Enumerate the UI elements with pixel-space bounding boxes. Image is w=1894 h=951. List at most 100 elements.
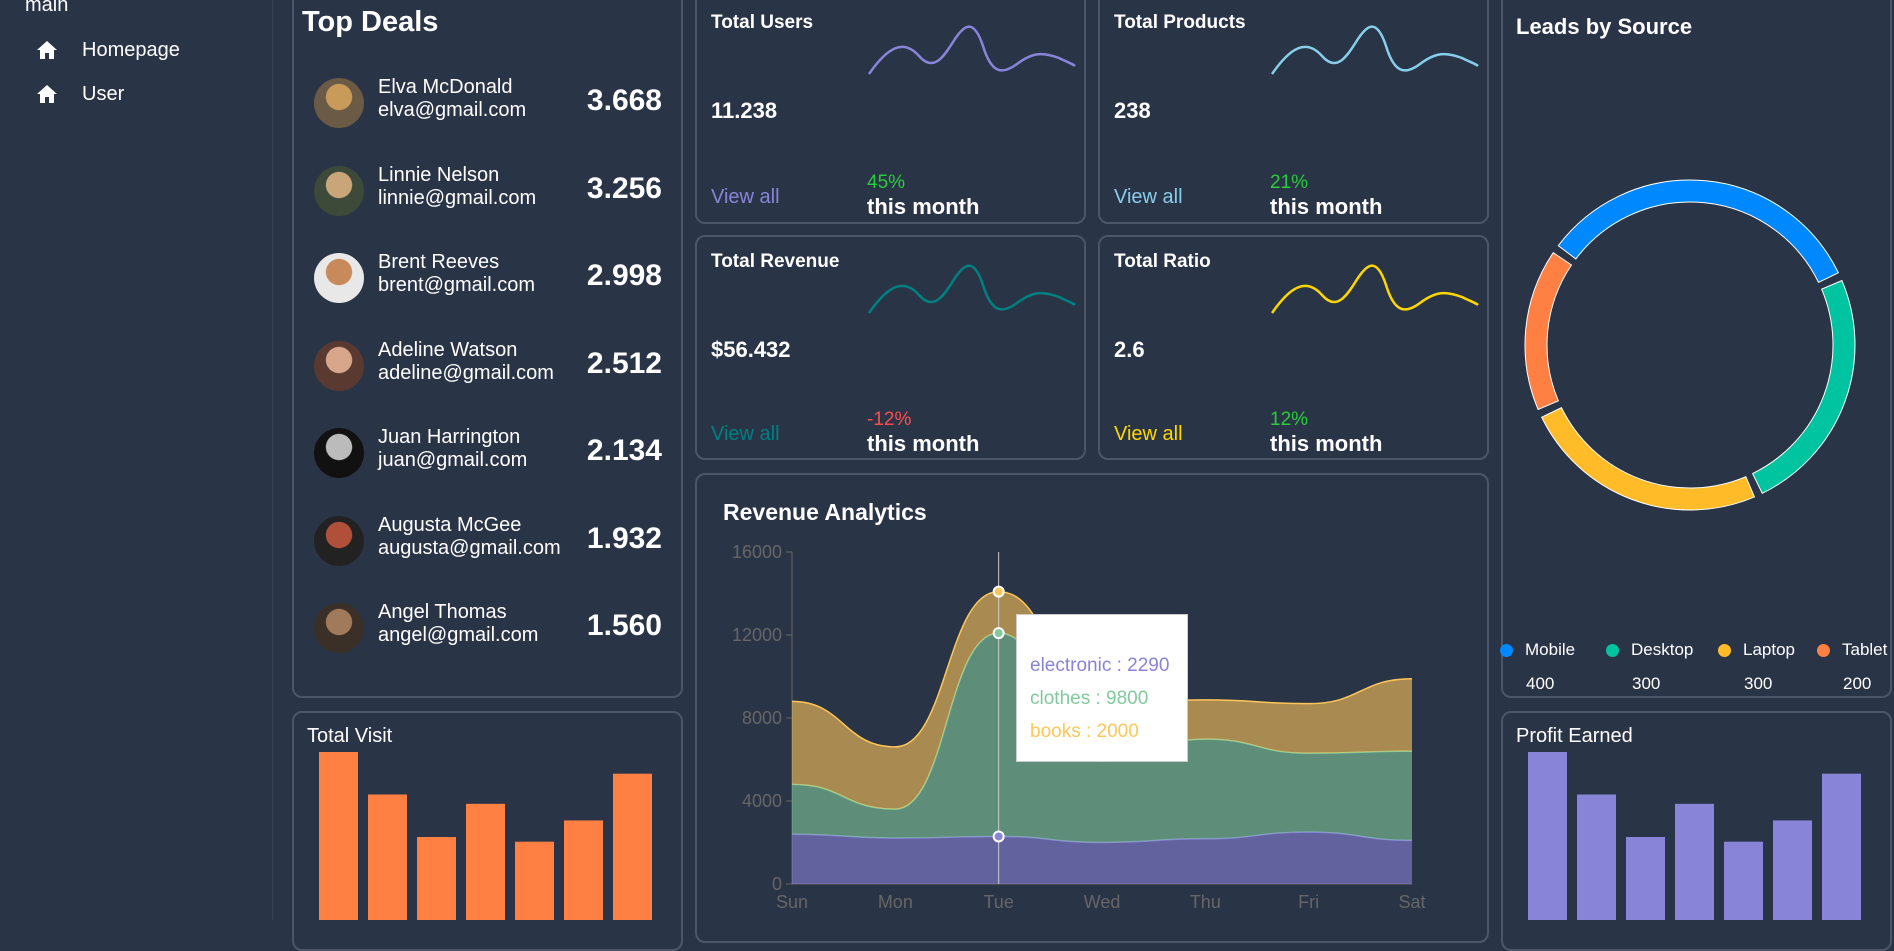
deal-amount: 3.256: [586, 171, 662, 205]
bar[interactable]: [1822, 773, 1861, 920]
bar[interactable]: [1577, 794, 1616, 921]
sparkline: [1270, 25, 1479, 75]
y-tick-label: 12000: [732, 625, 782, 645]
deal-name: Juan Harrington: [378, 426, 521, 448]
legend-dot: [1500, 643, 1513, 657]
bar[interactable]: [1626, 837, 1665, 920]
deal-email: brent@gmail.com: [378, 274, 536, 296]
stat-value: 238: [1114, 98, 1151, 123]
avatar: [314, 340, 364, 391]
stat-value: $56.432: [711, 337, 791, 362]
deal-name: Adeline Watson: [378, 338, 518, 361]
total-visit-title: Total Visit: [307, 725, 393, 747]
legend-value: 200: [1843, 674, 1872, 693]
deal-name: Augusta McGee: [378, 513, 522, 536]
deal-row[interactable]: Augusta McGee augusta@gmail.com 1.932: [312, 512, 672, 572]
stat-period: this month: [867, 431, 980, 456]
leads-title: Leads by Source: [1516, 14, 1693, 39]
x-tick-label: Wed: [1084, 892, 1121, 912]
deal-row[interactable]: Juan Harrington juan@gmail.com 2.134: [312, 424, 672, 484]
sparkline: [867, 264, 1076, 314]
sidebar-item-label: User: [82, 82, 125, 105]
bar[interactable]: [1724, 841, 1763, 920]
legend-label: Laptop: [1743, 640, 1795, 659]
y-tick-label: 8000: [742, 708, 782, 728]
deal-amount: 2.512: [586, 346, 662, 380]
hover-dot-electronic: [992, 830, 1005, 843]
deal-row[interactable]: Linnie Nelson linnie@gmail.com 3.256: [312, 162, 672, 222]
x-tick-label: Sun: [776, 892, 808, 912]
x-tick-label: Mon: [878, 892, 913, 912]
profit-earned-bar-chart[interactable]: [1514, 748, 1884, 920]
avatar: [314, 603, 364, 653]
view-all-link[interactable]: View all: [1114, 423, 1183, 446]
deal-email: angel@gmail.com: [378, 624, 539, 646]
deal-row[interactable]: Brent Reeves brent@gmail.com 2.998: [312, 249, 672, 309]
stat-title: Total Products: [1114, 12, 1246, 33]
deal-amount: 1.560: [586, 609, 662, 642]
bar[interactable]: [613, 773, 652, 920]
stat-card-total-ratio: Total Ratio 2.6 View all 12% this month: [1098, 235, 1489, 460]
donut-slice-laptop[interactable]: [1541, 406, 1756, 511]
view-all-link[interactable]: View all: [1114, 186, 1183, 209]
legend-item-mobile: Mobile: [1500, 640, 1575, 660]
top-deals-title: Top Deals: [302, 6, 439, 38]
legend-value: 400: [1526, 674, 1555, 693]
stat-title: Total Users: [711, 12, 814, 33]
legend-label: Tablet: [1842, 640, 1888, 659]
leads-donut-chart[interactable]: [1520, 170, 1860, 520]
hover-dot-books: [992, 585, 1005, 598]
total-visit-bar-chart[interactable]: [305, 748, 675, 920]
bar[interactable]: [515, 841, 554, 920]
tooltip-books: books : 2000: [1030, 721, 1139, 742]
sidebar-item-user[interactable]: User: [36, 78, 124, 110]
bar[interactable]: [1675, 803, 1714, 920]
stat-value: 11.238: [711, 98, 778, 123]
deal-name: Elva McDonald: [378, 76, 513, 98]
stat-period: this month: [867, 194, 980, 219]
bar[interactable]: [417, 837, 456, 920]
chart-tooltip: electronic : 2290 clothes : 9800 books :…: [1016, 614, 1188, 762]
deal-email: juan@gmail.com: [378, 449, 528, 471]
y-tick-label: 16000: [732, 542, 782, 562]
legend-value: 300: [1744, 674, 1773, 693]
bar[interactable]: [1528, 752, 1567, 920]
deal-row[interactable]: Adeline Watson adeline@gmail.com 2.512: [312, 337, 672, 397]
sidebar-item-homepage[interactable]: Homepage: [36, 34, 180, 66]
tooltip-clothes: clothes : 9800: [1030, 688, 1149, 709]
view-all-link[interactable]: View all: [711, 186, 780, 209]
deal-row[interactable]: Angel Thomas angel@gmail.com 1.560: [312, 599, 672, 659]
stat-period: this month: [1270, 194, 1383, 219]
stat-card-total-users: Total Users 11.238 View all 45% this mon…: [695, 0, 1086, 224]
stat-percent: 12%: [1270, 409, 1309, 430]
bar[interactable]: [368, 794, 407, 921]
avatar: [314, 78, 364, 128]
hover-dot-clothes: [992, 627, 1005, 640]
x-tick-label: Fri: [1298, 892, 1319, 912]
deal-amount: 1.932: [586, 521, 662, 555]
home-icon: [37, 85, 57, 103]
donut-slice-mobile[interactable]: [1557, 179, 1839, 284]
stat-value: 2.6: [1114, 337, 1145, 362]
legend-dot: [1718, 643, 1731, 657]
stat-percent: -12%: [867, 409, 912, 430]
legend-item-desktop: Desktop: [1606, 640, 1693, 660]
stat-title: Total Ratio: [1114, 251, 1211, 272]
avatar: [314, 515, 364, 566]
stat-percent: 21%: [1270, 172, 1309, 193]
stat-card-total-revenue: Total Revenue $56.432 View all -12% this…: [695, 235, 1086, 460]
donut-slice-desktop[interactable]: [1751, 279, 1856, 494]
x-tick-label: Tue: [983, 892, 1013, 912]
bar[interactable]: [564, 820, 603, 920]
view-all-link[interactable]: View all: [711, 423, 780, 446]
deal-row[interactable]: Elva McDonald elva@gmail.com 3.668: [312, 74, 672, 134]
bar[interactable]: [319, 752, 358, 920]
deal-amount: 2.998: [586, 259, 662, 292]
donut-slice-tablet[interactable]: [1524, 251, 1573, 411]
legend-label: Mobile: [1525, 640, 1576, 659]
deal-name: Linnie Nelson: [378, 163, 500, 186]
bar[interactable]: [466, 803, 505, 920]
bar[interactable]: [1773, 820, 1812, 920]
sidebar-item-label: Homepage: [82, 38, 180, 61]
deal-name: Brent Reeves: [378, 251, 500, 273]
